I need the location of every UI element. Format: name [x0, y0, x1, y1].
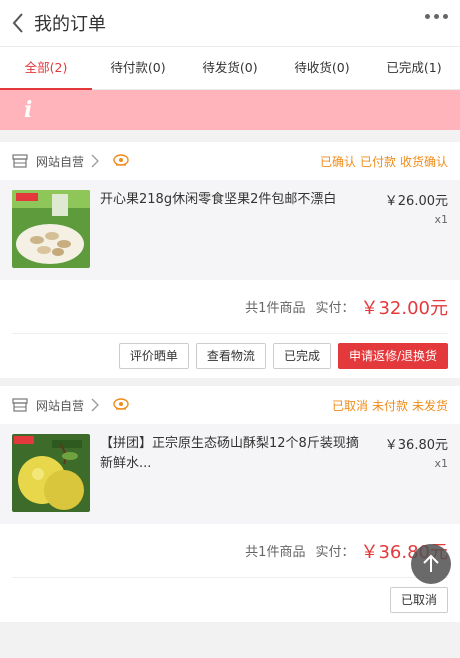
- order-summary: 共1件商品 实付： ￥32.00元: [12, 280, 448, 334]
- chevron-left-icon: [12, 13, 23, 33]
- item-count: 共1件商品: [245, 301, 306, 316]
- product-row[interactable]: 【拼团】正宗原生态砀山酥梨12个8斤装现摘新鲜水... ￥36.80元 x1: [0, 424, 460, 524]
- paid-label: 实付：: [315, 545, 355, 560]
- order-tabs: 全部(2) 待付款(0) 待发货(0) 待收货(0) 已完成(1): [0, 46, 460, 90]
- info-icon: i: [24, 97, 33, 123]
- chevron-right-icon: [91, 398, 99, 412]
- order-status: 已确认 已付款 收货确认: [319, 154, 448, 169]
- cancelled-button[interactable]: 已取消: [389, 587, 448, 613]
- arrow-up-icon: [423, 554, 439, 572]
- product-image-pear[interactable]: [12, 434, 90, 512]
- review-button[interactable]: 评价晒单: [118, 343, 189, 369]
- service-icon[interactable]: [112, 398, 130, 412]
- shop-name: 网站自营: [36, 398, 85, 413]
- product-name: 【拼团】正宗原生态砀山酥梨12个8斤装现摘新鲜水...: [100, 436, 359, 471]
- store-icon: [12, 154, 28, 168]
- order-actions: 已取消: [0, 578, 460, 622]
- paid-label: 实付：: [315, 301, 355, 316]
- back-button[interactable]: [12, 0, 30, 46]
- tab-all[interactable]: 全部(2): [0, 47, 92, 90]
- store-icon: [12, 398, 28, 412]
- product-price-block: ￥36.80元 x1: [368, 434, 448, 514]
- tab-pending-receipt[interactable]: 待收货(0): [276, 47, 368, 89]
- shop-row[interactable]: 网站自营 已确认 已付款 收货确认: [0, 142, 460, 180]
- tab-pending-payment[interactable]: 待付款(0): [92, 47, 184, 89]
- product-name: 开心果218g休闲零食坚果2件包邮不漂白: [100, 192, 337, 207]
- tab-pending-shipment[interactable]: 待发货(0): [184, 47, 276, 89]
- product-price: ￥26.00元: [384, 194, 448, 209]
- product-qty: x1: [434, 457, 448, 470]
- order-card: 网站自营 已确认 已付款 收货确认 开心果218g休闲零食坚果2件包邮不漂白 ￥2: [0, 142, 460, 378]
- shop-name: 网站自营: [36, 154, 85, 169]
- service-icon[interactable]: [112, 154, 130, 168]
- back-to-top-button[interactable]: [411, 544, 451, 584]
- product-row[interactable]: 开心果218g休闲零食坚果2件包邮不漂白 ￥26.00元 x1: [0, 180, 460, 280]
- product-price-block: ￥26.00元 x1: [368, 190, 448, 270]
- completed-button[interactable]: 已完成: [272, 343, 331, 369]
- order-summary: 共1件商品 实付： ￥36.80元: [12, 524, 448, 578]
- chevron-right-icon: [91, 154, 99, 168]
- product-image-pistachio[interactable]: [12, 190, 90, 268]
- return-exchange-button[interactable]: 申请返修/退换货: [337, 343, 448, 369]
- more-dots-icon[interactable]: [425, 14, 448, 19]
- order-status: 已取消 未付款 未发货: [331, 398, 448, 413]
- page-title: 我的订单: [34, 14, 106, 35]
- header-bar: 我的订单: [0, 0, 460, 46]
- product-price: ￥36.80元: [384, 438, 448, 453]
- track-logistics-button[interactable]: 查看物流: [195, 343, 266, 369]
- tab-completed[interactable]: 已完成(1): [368, 47, 460, 89]
- product-qty: x1: [434, 213, 448, 226]
- order-card: 网站自营 已取消 未付款 未发货 【拼团】正宗原生态砀山酥梨12个8斤装现摘新鲜水.…: [0, 386, 460, 622]
- notice-banner: i: [0, 90, 460, 130]
- item-count: 共1件商品: [245, 545, 306, 560]
- paid-amount: ￥32.00元: [360, 297, 448, 319]
- shop-row[interactable]: 网站自营 已取消 未付款 未发货: [0, 386, 460, 424]
- order-actions: 评价晒单 查看物流 已完成 申请返修/退换货: [0, 334, 460, 378]
